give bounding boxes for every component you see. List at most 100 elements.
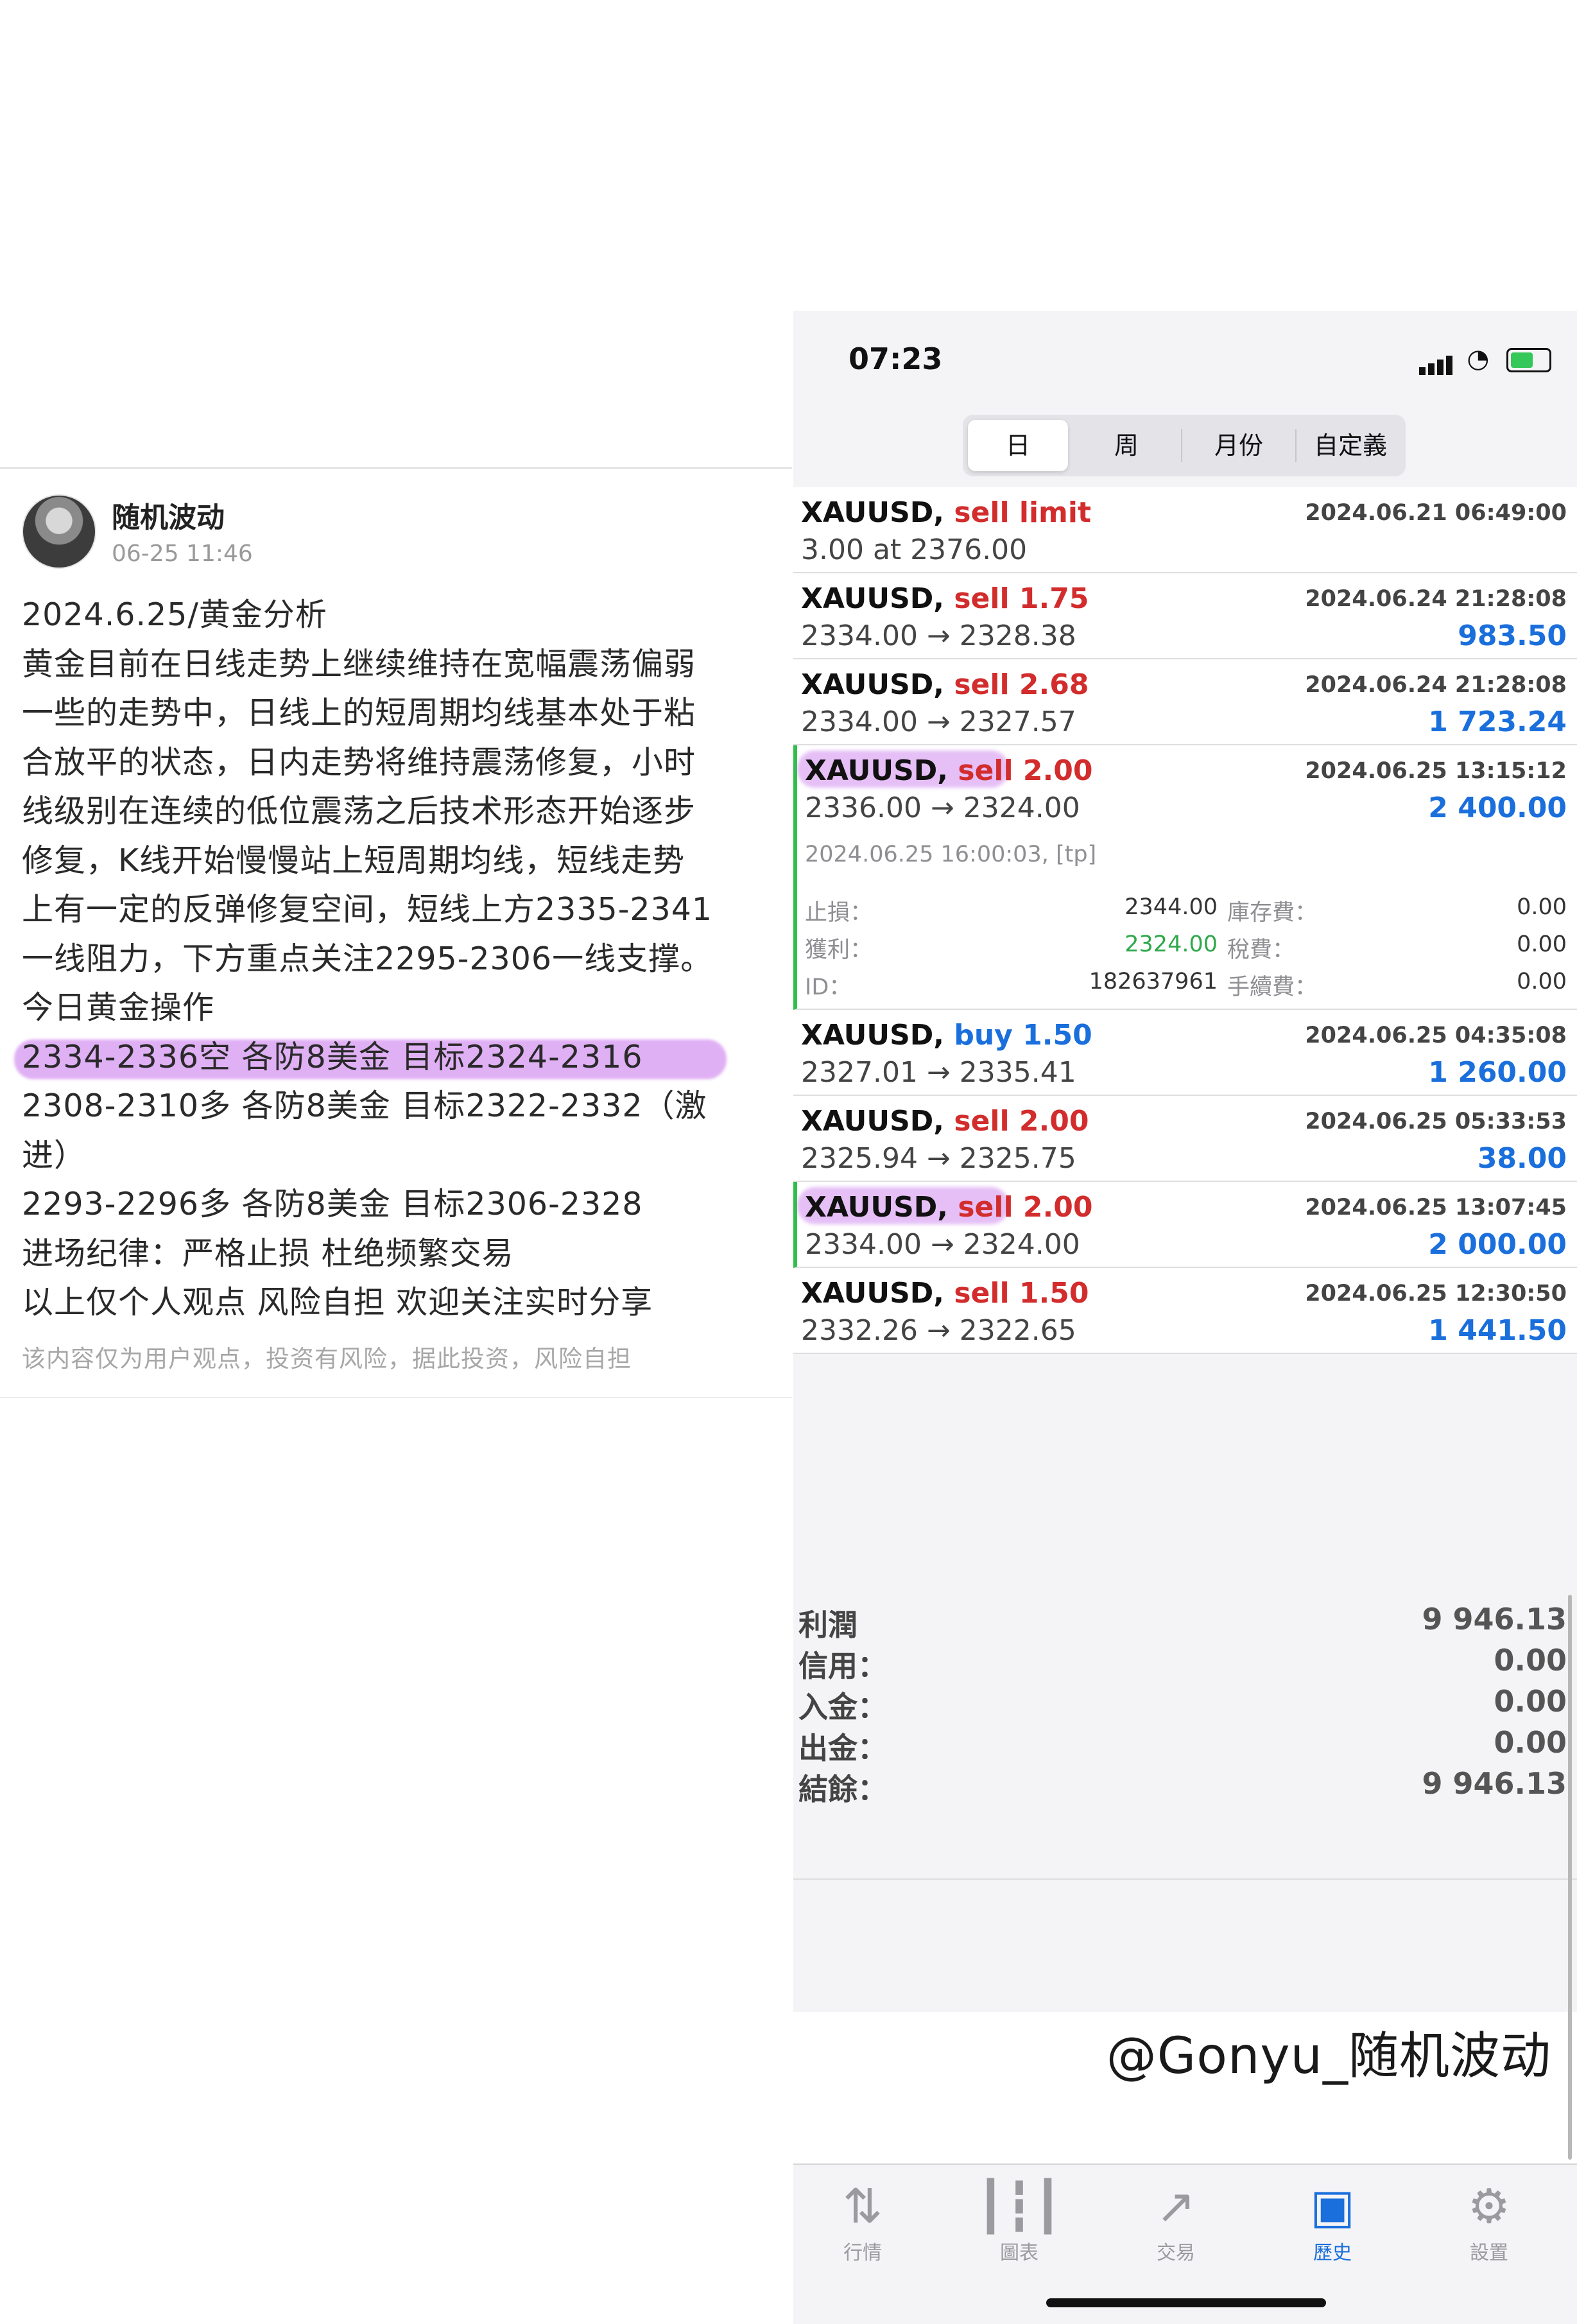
cell-signal-icon — [1418, 345, 1455, 375]
post-line: 进场纪律：严格止损 杜绝频繁交易 — [22, 1235, 514, 1272]
stop-loss-label: 止損： — [805, 900, 873, 926]
order-date: 2024.06.25 04:35:08 — [1305, 1023, 1567, 1048]
post-line: 进） — [22, 1136, 87, 1174]
order-symbol-line: XAUUSD, sell 1.50 — [801, 1277, 1089, 1310]
order-volume: 2.00 — [1022, 754, 1093, 787]
order-price: 2334.00 → 2324.00 — [805, 1228, 1080, 1261]
post-line: 今日黄金操作 — [22, 989, 215, 1026]
status-bar-icons: ◔ — [1418, 344, 1551, 375]
order-price: 2325.94 → 2325.75 — [801, 1142, 1076, 1175]
order-symbol-line: XAUUSD, buy 1.50 — [801, 1019, 1092, 1052]
order-symbol: XAUUSD, — [801, 1019, 945, 1052]
post-line: 线级别在连续的低位震荡之后技术形态开始逐步 — [22, 793, 696, 829]
order-price: 2336.00 → 2324.00 — [805, 792, 1080, 824]
order-volume: 1.75 — [1019, 582, 1089, 615]
order-row[interactable]: XAUUSD, sell 2.00 2024.06.25 13:07:45 23… — [793, 1182, 1577, 1268]
gear-icon: ⚙ — [1467, 2179, 1511, 2234]
order-symbol-line: XAUUSD, sell limit — [801, 496, 1091, 529]
tab-label: 行情 — [843, 2242, 882, 2264]
tab-history[interactable]: ▣ 歷史 — [1275, 2178, 1390, 2265]
order-date: 2024.06.24 21:28:08 — [1305, 586, 1567, 612]
order-side: sell — [954, 582, 1010, 615]
order-profit: 1 723.24 — [1428, 706, 1567, 738]
order-row-expanded[interactable]: XAUUSD, sell 2.00 2024.06.25 13:15:12 23… — [793, 745, 1577, 1010]
order-side: sell — [954, 668, 1010, 701]
order-row[interactable]: XAUUSD, sell 2.00 2024.06.25 05:33:53 23… — [793, 1096, 1577, 1182]
author-name[interactable]: 随机波动 — [112, 494, 225, 535]
order-profit: 1 441.50 — [1428, 1314, 1567, 1347]
tab-chart[interactable]: ┃┇┃ 圖表 — [961, 2178, 1077, 2265]
swap-label: 庫存費： — [1227, 900, 1318, 926]
order-volume: 2.00 — [1019, 1105, 1089, 1138]
order-volume: 1.50 — [1022, 1019, 1092, 1052]
tab-week[interactable]: 周 — [1078, 420, 1175, 471]
fee-label: 手續費： — [1227, 975, 1318, 1000]
summary-label: 信用： — [798, 1649, 887, 1683]
tab-label: 歷史 — [1313, 2242, 1352, 2264]
tab-quotes[interactable]: ⇅ 行情 — [805, 2178, 920, 2265]
order-symbol: XAUUSD, — [805, 1191, 949, 1224]
order-price: 3.00 at 2376.00 — [801, 533, 1028, 566]
summary-row-withdrawal: 出金： 0.00 — [793, 1722, 1577, 1765]
wifi-icon: ◔ — [1467, 344, 1490, 374]
tab-trade[interactable]: ↗ 交易 — [1118, 2178, 1234, 2265]
summary-divider — [793, 1878, 1577, 1880]
summary-label: 結餘： — [798, 1772, 887, 1807]
post-line: 上有一定的反弹修复空间，短线上方2335-2341 — [22, 891, 713, 928]
summary-label: 出金： — [798, 1731, 887, 1765]
order-symbol: XAUUSD, — [801, 496, 945, 529]
summary-row-credit: 信用： 0.00 — [793, 1640, 1577, 1683]
tab-day[interactable]: 日 — [968, 420, 1068, 471]
order-volume: 2.00 — [1022, 1191, 1093, 1224]
home-indicator[interactable] — [1046, 2298, 1326, 2307]
avatar[interactable] — [22, 494, 96, 569]
order-symbol-line: XAUUSD, sell 2.00 — [805, 1191, 1092, 1224]
order-volume: 1.50 — [1019, 1277, 1089, 1310]
order-row[interactable]: XAUUSD, sell 1.50 2024.06.25 12:30:50 23… — [793, 1268, 1577, 1354]
post-line: 2293-2296多 各防8美金 目标2306-2328 — [22, 1186, 643, 1222]
order-row[interactable]: XAUUSD, sell 1.75 2024.06.24 21:28:08 23… — [793, 573, 1577, 659]
history-inbox-icon: ▣ — [1310, 2179, 1355, 2234]
tab-custom[interactable]: 自定義 — [1299, 420, 1402, 471]
tab-settings[interactable]: ⚙ 設置 — [1431, 2178, 1547, 2265]
post-line: 以上仅个人观点 风险自担 欢迎关注实时分享 — [22, 1284, 653, 1321]
order-profit: 38.00 — [1477, 1142, 1567, 1175]
order-row[interactable]: XAUUSD, buy 1.50 2024.06.25 04:35:08 232… — [793, 1010, 1577, 1096]
segment-separator — [1295, 429, 1297, 462]
tax-label: 稅費： — [1227, 937, 1295, 963]
order-profit: 983.50 — [1458, 620, 1567, 652]
order-symbol: XAUUSD, — [801, 668, 945, 701]
summary-value: 9 946.13 — [1422, 1602, 1567, 1636]
fee-value: 0.00 — [1517, 969, 1567, 994]
order-date: 2024.06.21 06:49:00 — [1305, 500, 1567, 526]
order-side: sell — [958, 754, 1013, 787]
tab-month[interactable]: 月份 — [1187, 420, 1290, 471]
order-symbol: XAUUSD, — [801, 1277, 945, 1310]
order-date: 2024.06.24 21:28:08 — [1305, 672, 1567, 698]
order-symbol-line: XAUUSD, sell 2.00 — [801, 1105, 1089, 1138]
order-row[interactable]: XAUUSD, sell 2.68 2024.06.24 21:28:08 23… — [793, 659, 1577, 745]
tab-label: 圖表 — [1000, 2242, 1038, 2264]
tab-label: 交易 — [1157, 2242, 1195, 2264]
order-symbol-line: XAUUSD, sell 2.00 — [805, 754, 1092, 787]
order-symbol-line: XAUUSD, sell 2.68 — [801, 668, 1089, 701]
order-close-time: 2024.06.25 16:00:03, [tp] — [805, 842, 1097, 867]
risk-disclaimer: 该内容仅为用户观点，投资有风险，据此投资，风险自担 — [22, 1345, 632, 1373]
take-profit-value: 2324.00 — [1125, 932, 1218, 957]
summary-row-balance: 結餘： 9 946.13 — [793, 1764, 1577, 1807]
summary-value: 0.00 — [1494, 1643, 1567, 1678]
order-side: sell — [954, 1277, 1010, 1310]
post-line: 一些的走势中，日线上的短周期均线基本处于粘 — [22, 695, 696, 731]
order-symbol-line: XAUUSD, sell 1.75 — [801, 582, 1089, 615]
quotes-arrows-icon: ⇅ — [842, 2179, 883, 2234]
scrollbar[interactable] — [1568, 1595, 1572, 2160]
order-price: 2334.00 → 2328.38 — [801, 620, 1076, 652]
order-symbol: XAUUSD, — [801, 582, 945, 615]
post-time: 06-25 11:46 — [112, 541, 253, 567]
summary-value: 0.00 — [1494, 1684, 1567, 1719]
candlestick-chart-icon: ┃┇┃ — [976, 2179, 1062, 2234]
order-row[interactable]: XAUUSD, sell limit 2024.06.21 06:49:00 3… — [793, 487, 1577, 573]
order-side: sell — [958, 1191, 1013, 1224]
order-id-label: ID： — [805, 975, 852, 1000]
status-bar-time: 07:23 — [849, 342, 943, 376]
